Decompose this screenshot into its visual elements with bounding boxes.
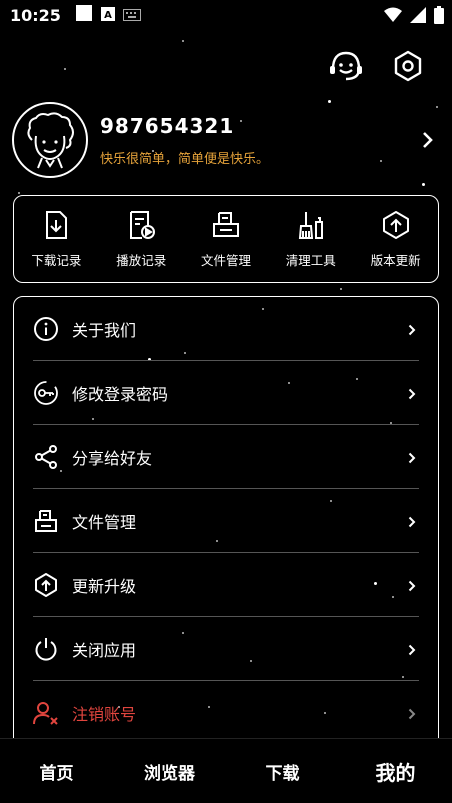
chevron-right-icon: [408, 705, 416, 724]
tool-label: 文件管理: [200, 252, 251, 268]
menu-item-share[interactable]: 分享给好友: [14, 425, 438, 489]
nav-home[interactable]: 首页: [0, 739, 113, 803]
tool-label: 播放记录: [116, 252, 167, 268]
nav-download[interactable]: 下载: [226, 739, 339, 803]
nav-mine[interactable]: 我的: [339, 739, 452, 803]
tool-label: 版本更新: [370, 252, 421, 268]
header-actions: [328, 48, 426, 84]
menu-item-delete-account[interactable]: 注销账号: [14, 681, 438, 745]
menu-label: 注销账号: [72, 705, 137, 724]
status-bar: 10:25 A: [0, 0, 452, 30]
menu-item-upgrade[interactable]: 更新升级: [14, 553, 438, 617]
chevron-right-icon: [408, 385, 416, 404]
menu-label: 更新升级: [72, 577, 137, 596]
file-manager-icon: [212, 211, 239, 237]
profile-card[interactable]: 987654321 快乐很简单，简单便是快乐。: [12, 100, 440, 180]
svg-text:A: A: [104, 10, 112, 21]
tool-label: 清理工具: [285, 252, 336, 268]
notification-square-icon: [75, 4, 93, 26]
menu-label: 分享给好友: [72, 449, 153, 468]
download-doc-icon: [46, 210, 68, 239]
share-icon: [33, 444, 59, 470]
folder-doc-icon: [33, 508, 59, 534]
tool-version-update[interactable]: 版本更新: [353, 196, 438, 282]
avatar[interactable]: [12, 102, 88, 178]
menu-label: 关闭应用: [72, 641, 137, 660]
chevron-right-icon: [408, 321, 416, 340]
battery-icon: [434, 6, 444, 28]
chevron-right-icon: [408, 641, 416, 660]
menu-label: 关于我们: [72, 321, 137, 340]
chevron-right-icon[interactable]: [416, 128, 440, 152]
tool-file-manager[interactable]: 文件管理: [184, 196, 269, 282]
keyboard-icon: [122, 6, 141, 25]
font-a-icon: A: [100, 6, 115, 25]
settings-menu: 关于我们 修改登录密码 分享给好友 文件管理 更新升级 关闭应用 注销账号: [13, 296, 439, 766]
play-history-icon: [130, 210, 156, 239]
menu-label: 修改登录密码: [72, 385, 169, 404]
menu-item-file-manager[interactable]: 文件管理: [14, 489, 438, 553]
chevron-right-icon: [408, 513, 416, 532]
tool-label: 下载记录: [31, 252, 82, 268]
user-remove-icon: [33, 700, 59, 726]
tool-cleaner[interactable]: 清理工具: [268, 196, 353, 282]
headset-face-icon[interactable]: [328, 48, 364, 84]
broom-icon: [298, 211, 323, 239]
key-icon: [33, 380, 59, 406]
chevron-right-icon: [408, 577, 416, 596]
nav-browser[interactable]: 浏览器: [113, 739, 226, 803]
chevron-right-icon: [408, 449, 416, 468]
update-icon: [382, 210, 409, 239]
tools-panel: 下载记录 播放记录 文件管理 清理工具 版本更新: [13, 195, 439, 283]
info-icon: [33, 316, 59, 342]
upgrade-icon: [33, 572, 59, 598]
menu-label: 文件管理: [72, 513, 137, 532]
tool-download-history[interactable]: 下载记录: [14, 196, 99, 282]
hex-gear-icon[interactable]: [390, 48, 426, 84]
power-icon: [33, 636, 59, 662]
user-motto: 快乐很简单，简单便是快乐。: [100, 151, 270, 167]
wifi-icon: [384, 7, 402, 27]
bottom-navigation: 首页 浏览器 下载 我的: [0, 738, 452, 803]
menu-item-change-password[interactable]: 修改登录密码: [14, 361, 438, 425]
menu-item-close-app[interactable]: 关闭应用: [14, 617, 438, 681]
tool-play-history[interactable]: 播放记录: [99, 196, 184, 282]
menu-item-about[interactable]: 关于我们: [14, 297, 438, 361]
signal-icon: [410, 7, 426, 27]
status-time: 10:25: [10, 5, 61, 25]
username: 987654321: [100, 113, 235, 138]
